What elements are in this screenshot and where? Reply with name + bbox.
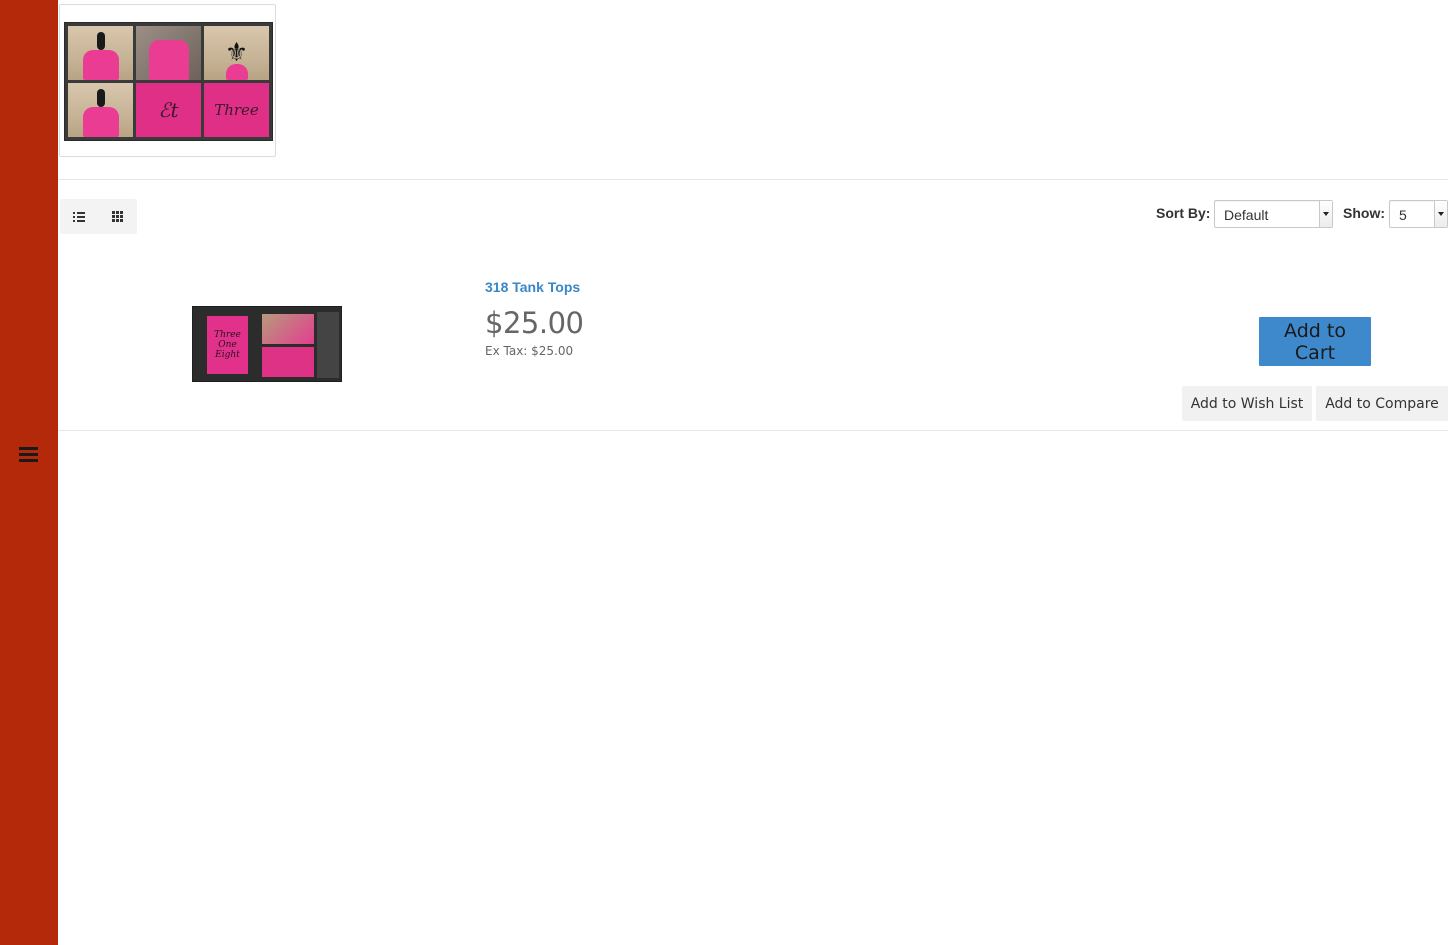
sort-select-value: Default [1224, 207, 1269, 223]
collage-cell [136, 26, 201, 80]
collage-cell: ℰt [136, 83, 201, 137]
add-to-wishlist-button[interactable]: Add to Wish List [1182, 386, 1312, 421]
hamburger-menu-icon[interactable] [19, 447, 38, 462]
grid-view-button[interactable] [98, 199, 136, 234]
chevron-down-icon [1434, 201, 1447, 227]
view-toggle [60, 199, 137, 234]
product-name-link[interactable]: 318 Tank Tops [485, 279, 580, 295]
divider [58, 430, 1448, 431]
category-collage: ⚜ ℰt Three [64, 22, 273, 141]
product-image-shirt: Three One Eight [207, 316, 248, 374]
collage-cell: ⚜ [204, 26, 269, 80]
chevron-down-icon [1319, 201, 1332, 227]
product-image-sidebar [317, 312, 339, 378]
grid-view-icon [111, 211, 123, 222]
sort-select[interactable]: Default [1214, 200, 1333, 228]
collage-cell [68, 26, 133, 80]
add-to-compare-button[interactable]: Add to Compare [1316, 386, 1448, 421]
collage-cell: Three [204, 83, 269, 137]
show-select[interactable]: 5 [1389, 200, 1448, 228]
sidebar [0, 0, 58, 945]
list-view-icon [73, 211, 85, 222]
product-price: $25.00 [485, 306, 584, 340]
list-view-button[interactable] [60, 199, 98, 234]
collage-cell [68, 83, 133, 137]
product-image-panel [262, 347, 314, 377]
add-to-cart-button[interactable]: Add to Cart [1259, 317, 1371, 366]
product-image-panel [262, 314, 314, 344]
divider [58, 179, 1448, 180]
product-image[interactable]: Three One Eight [192, 306, 342, 382]
show-label: Show: [1343, 205, 1385, 221]
show-select-value: 5 [1399, 207, 1407, 223]
sort-label: Sort By: [1156, 205, 1211, 221]
product-ex-tax: Ex Tax: $25.00 [485, 344, 574, 358]
category-image[interactable]: ⚜ ℰt Three [59, 4, 276, 157]
